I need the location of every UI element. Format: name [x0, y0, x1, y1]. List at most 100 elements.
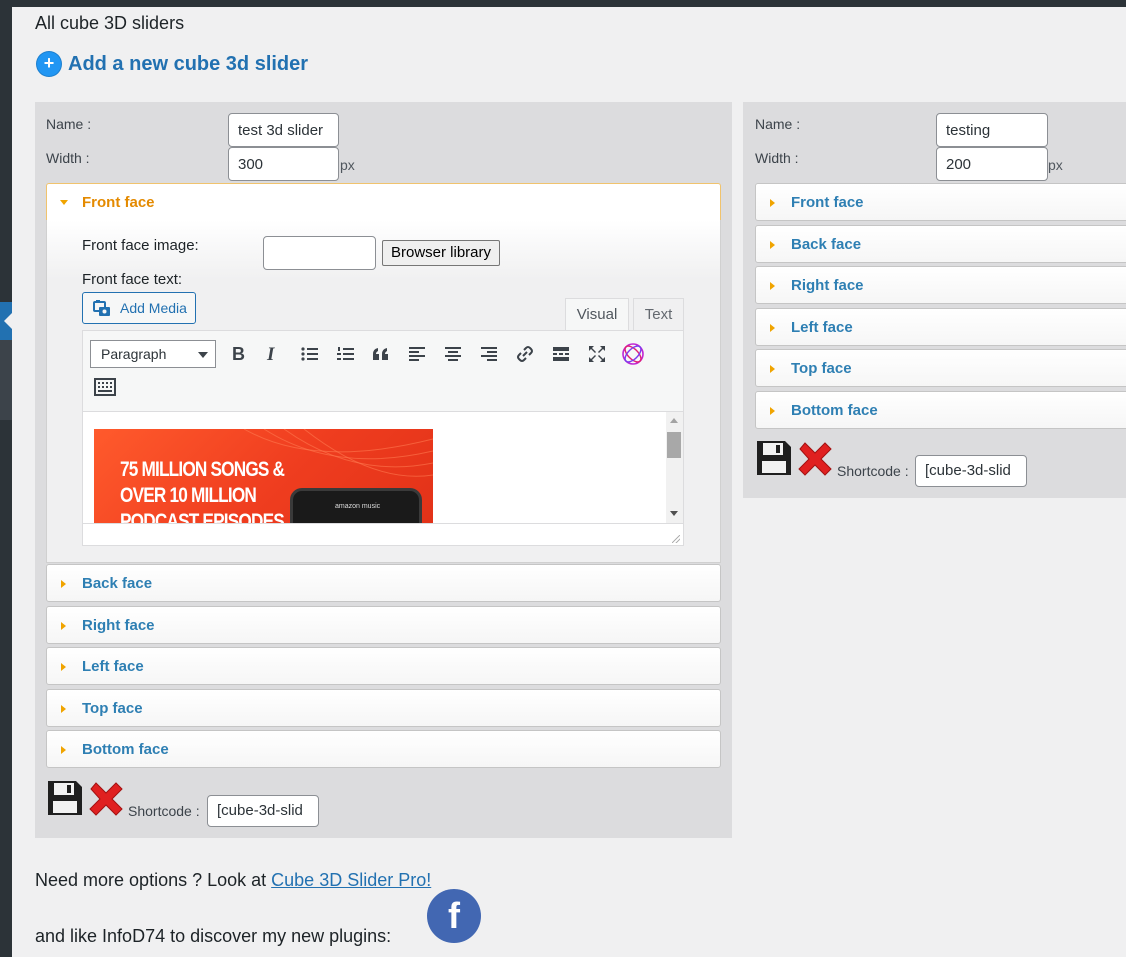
blockquote-button[interactable] — [367, 340, 395, 368]
facebook-icon[interactable]: f — [427, 889, 481, 943]
front-face-image-input[interactable] — [263, 236, 376, 270]
accordion-label: Front face — [791, 194, 864, 211]
rich-text-editor[interactable]: 75 MILLION SONGS & OVER 10 MILLION PODCA… — [82, 411, 684, 546]
accordion-right-face[interactable]: Right face — [755, 266, 1126, 304]
scroll-thumb[interactable] — [667, 432, 681, 458]
tab-text[interactable]: Text — [633, 298, 684, 331]
width-unit: px — [1048, 157, 1063, 173]
read-more-button[interactable] — [547, 340, 575, 368]
slider-width-input[interactable] — [936, 147, 1048, 181]
chevron-down-icon — [198, 352, 208, 358]
sidebar-current-arrow-icon — [4, 313, 12, 329]
phone-app-label: amazon music — [335, 503, 381, 510]
italic-button[interactable]: I — [258, 340, 286, 368]
bullet-list-icon — [301, 347, 318, 361]
caret-right-icon — [770, 240, 775, 249]
embedded-promo-image[interactable]: 75 MILLION SONGS & OVER 10 MILLION PODCA… — [94, 429, 433, 524]
accordion-bottom-face[interactable]: Bottom face — [755, 390, 1126, 429]
delete-x-icon[interactable] — [86, 779, 126, 824]
plugin-button[interactable] — [619, 340, 647, 368]
shortcode-value: [cube-3d-slid — [217, 802, 303, 819]
slider-name-input[interactable] — [228, 113, 339, 147]
caret-right-icon — [770, 323, 775, 332]
more-options-prefix: Need more options ? Look at — [35, 870, 272, 890]
pro-version-link[interactable]: Cube 3D Slider Pro! — [271, 870, 431, 890]
accordion-label: Bottom face — [82, 741, 169, 758]
accordion-back-face[interactable]: Back face — [755, 224, 1126, 263]
read-more-icon — [553, 347, 569, 361]
add-media-label: Add Media — [120, 300, 187, 316]
keyboard-icon — [94, 378, 116, 396]
bullet-list-button[interactable] — [296, 340, 324, 368]
front-face-text-label: Front face text: — [82, 271, 183, 288]
add-new-slider-link[interactable]: + Add a new cube 3d slider — [37, 52, 308, 76]
align-left-icon — [409, 347, 425, 361]
resize-handle-icon[interactable] — [672, 535, 680, 543]
fullscreen-button[interactable] — [583, 340, 611, 368]
align-center-button[interactable] — [439, 340, 467, 368]
accordion-label: Left face — [791, 318, 853, 336]
slider-name-input[interactable] — [936, 113, 1048, 147]
accordion-front-face[interactable]: Front face — [755, 183, 1126, 221]
accordion-label: Top face — [791, 360, 852, 377]
accordion-bottom-face[interactable]: Bottom face — [46, 730, 721, 768]
add-new-slider-label: Add a new cube 3d slider — [68, 52, 309, 75]
editor-toolbar: Paragraph B I — [82, 330, 684, 412]
like-text: and like InfoD74 to discover my new plug… — [35, 926, 392, 946]
plus-circle-icon: + — [37, 52, 61, 76]
caret-right-icon — [61, 704, 66, 713]
add-media-button[interactable]: Add Media — [82, 292, 196, 324]
caret-right-icon — [61, 621, 66, 630]
caret-right-icon — [770, 282, 775, 290]
admin-top-bar — [0, 0, 1126, 7]
name-label: Name : — [46, 116, 92, 132]
accordion-top-face[interactable]: Top face — [46, 688, 721, 727]
caret-right-icon — [770, 199, 775, 207]
accordion-front-face[interactable]: Front face — [46, 183, 721, 221]
add-media-icon — [93, 300, 113, 323]
caret-down-icon — [60, 200, 68, 205]
accordion-top-face[interactable]: Top face — [755, 349, 1126, 387]
scroll-up-icon — [670, 418, 678, 423]
editor-scrollbar[interactable] — [666, 412, 683, 523]
width-unit: px — [340, 157, 355, 173]
save-icon[interactable] — [755, 439, 793, 482]
page-title: All cube 3D sliders — [35, 13, 185, 33]
admin-sidebar-item[interactable] — [0, 340, 12, 420]
save-icon[interactable] — [46, 779, 84, 822]
align-right-icon — [481, 347, 497, 361]
tab-visual[interactable]: Visual — [565, 298, 629, 331]
scroll-down-icon — [670, 511, 678, 516]
width-label: Width : — [46, 150, 90, 166]
shortcode-field[interactable]: [cube-3d-slid — [915, 455, 1027, 487]
accordion-label: Left face — [82, 658, 144, 675]
name-label: Name : — [755, 116, 801, 132]
fullscreen-icon — [589, 346, 605, 362]
toolbar-toggle-button[interactable] — [91, 373, 119, 401]
align-right-button[interactable] — [475, 340, 503, 368]
slider-width-input[interactable] — [228, 147, 339, 181]
width-label: Width : — [755, 150, 799, 166]
browse-library-button[interactable]: Browser library — [382, 240, 501, 266]
align-center-icon — [445, 347, 461, 361]
accordion-back-face[interactable]: Back face — [46, 564, 721, 602]
delete-x-icon[interactable] — [795, 439, 835, 484]
more-options-text: Need more options ? Look at Cube 3D Slid… — [35, 870, 431, 891]
accordion-left-face[interactable]: Left face — [755, 307, 1126, 346]
svg-text:I: I — [266, 345, 275, 363]
align-left-button[interactable] — [403, 340, 431, 368]
numbered-list-button[interactable] — [332, 340, 360, 368]
quote-icon — [373, 348, 388, 360]
accordion-label: Bottom face — [791, 401, 878, 419]
format-select[interactable]: Paragraph — [90, 340, 216, 368]
format-select-value: Paragraph — [101, 346, 167, 362]
accordion-left-face[interactable]: Left face — [46, 647, 721, 685]
shortcode-field[interactable]: [cube-3d-slid — [207, 795, 319, 827]
promo-text: 75 MILLION SONGS & OVER 10 MILLION PODCA… — [120, 458, 285, 524]
facebook-letter: f — [448, 895, 460, 936]
accordion-right-face[interactable]: Right face — [46, 605, 721, 644]
bold-button[interactable]: B — [224, 340, 252, 368]
insert-link-button[interactable] — [511, 340, 539, 368]
accordion-label: Front face — [82, 194, 155, 211]
front-face-image-label: Front face image: — [82, 237, 199, 254]
